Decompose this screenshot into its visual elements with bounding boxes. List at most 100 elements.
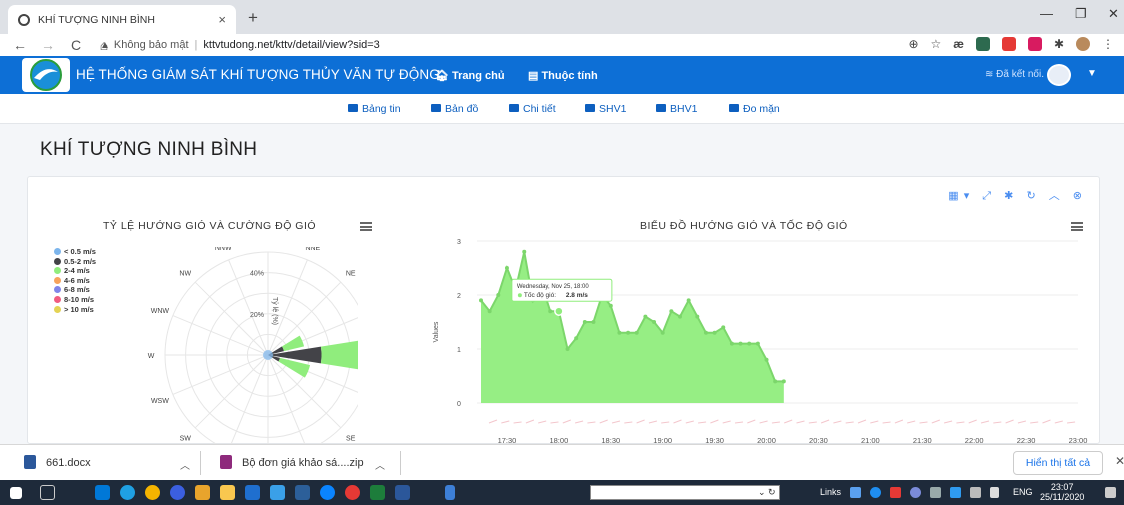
wind-direction-arrow <box>759 420 768 424</box>
url-text[interactable]: kttvtudong.net/kttv/detail/view?sid=3 <box>203 39 379 51</box>
chrome-icon[interactable] <box>145 485 160 500</box>
taskbar-clock[interactable]: 23:07 25/11/2020 <box>1040 482 1084 502</box>
legend-item[interactable]: 0.5-2 m/s <box>54 257 96 267</box>
forward-arrow-icon[interactable]: → <box>40 37 56 53</box>
restore-button[interactable]: ❐ <box>1075 6 1087 22</box>
extension-ae-icon[interactable]: æ <box>953 37 964 51</box>
edge-icon[interactable] <box>120 485 135 500</box>
wind-direction-arrow <box>636 419 645 424</box>
nav-home[interactable]: 🏠︎ Trang chủ <box>435 69 505 82</box>
legend-item[interactable]: 8-10 m/s <box>54 295 96 305</box>
subnav-item-do-man[interactable]: Đo mặn <box>729 103 780 115</box>
legend-item[interactable]: 6-8 m/s <box>54 285 96 295</box>
wind-direction-arrow <box>771 421 780 424</box>
tray-skype-icon[interactable] <box>870 487 881 498</box>
wind-direction-arrow <box>968 419 977 424</box>
reload-icon[interactable]: C <box>68 37 84 53</box>
wind-speed-point <box>487 309 492 314</box>
calendar-icon[interactable]: ▦▾ <box>948 190 974 202</box>
file-explorer-icon[interactable] <box>195 485 210 500</box>
address-bar[interactable]: ▲ Không bảo mật | kttvtudong.net/kttv/de… <box>100 35 890 55</box>
input-language[interactable]: ENG <box>1013 487 1033 497</box>
app-logo[interactable] <box>22 58 70 92</box>
tab-close-icon[interactable]: × <box>218 12 226 27</box>
zalo-icon[interactable] <box>320 485 335 500</box>
tray-app-icon[interactable] <box>850 487 861 498</box>
wind-direction-arrow <box>857 419 867 424</box>
network-app-icon[interactable] <box>245 485 260 500</box>
links-toolbar[interactable]: Links <box>820 487 841 497</box>
subnav-item-shv1[interactable]: SHV1 <box>585 103 626 115</box>
download-item-zip[interactable]: Bộ đơn giá khảo sá....zip <box>220 455 364 469</box>
start-windows-icon[interactable] <box>10 487 22 499</box>
browser-menu-icon[interactable]: ⋮ <box>1102 37 1114 51</box>
tray-chat-icon[interactable] <box>910 487 921 498</box>
folder-icon[interactable] <box>220 485 235 500</box>
rose-direction-label: NE <box>346 270 356 277</box>
legend-item[interactable]: < 0.5 m/s <box>54 247 96 257</box>
tray-network-icon[interactable] <box>930 487 941 498</box>
wind-rose-menu-icon[interactable] <box>360 222 372 231</box>
taskbar-address-input[interactable] <box>590 485 780 500</box>
doc-icon <box>656 104 666 112</box>
close-window-button[interactable]: ✕ <box>1108 6 1119 22</box>
subnav-item-bang-tin[interactable]: Bảng tin <box>348 103 401 115</box>
firefox-icon[interactable] <box>170 485 185 500</box>
chrome-active-icon[interactable] <box>345 485 360 500</box>
close-downloads-icon[interactable]: ✕ <box>1115 454 1124 468</box>
wind-speed-point <box>522 249 527 254</box>
word-icon[interactable] <box>395 485 410 500</box>
legend-item[interactable]: 4-6 m/s <box>54 276 96 286</box>
legend-item[interactable]: > 10 m/s <box>54 305 96 315</box>
wind-speed-point <box>617 330 622 335</box>
wind-speed-point <box>703 330 708 335</box>
subnav-item-bhv1[interactable]: BHV1 <box>656 103 697 115</box>
download-options-chevron-icon[interactable]: ︿ <box>180 457 190 472</box>
extension-green-icon[interactable] <box>975 37 990 51</box>
extension-red-icon[interactable] <box>1001 37 1016 51</box>
show-all-downloads-button[interactable]: Hiển thị tất cả <box>1013 451 1103 475</box>
refresh-icon[interactable]: ↻ <box>1026 190 1040 202</box>
dropbox-icon[interactable] <box>445 485 455 500</box>
new-tab-button[interactable]: + <box>248 8 258 28</box>
close-circle-icon[interactable]: ⊗ <box>1073 190 1087 202</box>
zoom-icon[interactable]: ⊕ <box>908 37 918 51</box>
extensions-puzzle-icon[interactable]: ✱ <box>1054 37 1064 51</box>
subnav-label: Bảng tin <box>362 103 401 115</box>
notification-center-icon[interactable] <box>1105 487 1116 498</box>
tray-v-icon[interactable] <box>890 487 901 498</box>
user-avatar[interactable] <box>1047 64 1071 86</box>
taskbar-search-go-icon[interactable]: ⌄ ↻ <box>758 487 776 498</box>
expand-icon[interactable]: ⤢ <box>982 190 996 202</box>
browser-tab[interactable]: KHÍ TƯỢNG NINH BÌNH × <box>8 5 236 34</box>
site-favicon-icon <box>18 13 30 26</box>
download-options-chevron-icon[interactable]: ︿ <box>375 457 385 472</box>
download-item-docx[interactable]: 661.docx <box>24 455 91 469</box>
tooltip-date: Wednesday, Nov 25, 18:00 <box>517 284 589 290</box>
subnav-item-chi-tiet[interactable]: Chi tiết <box>509 103 556 115</box>
profile-avatar-icon[interactable] <box>1076 37 1090 51</box>
task-view-icon[interactable] <box>40 485 55 500</box>
pin-icon[interactable]: ✱ <box>1004 190 1018 202</box>
bookmark-star-icon[interactable]: ☆ <box>931 37 942 51</box>
tray-battery-icon[interactable] <box>970 487 981 498</box>
tray-volume-icon[interactable] <box>990 487 999 498</box>
wind-direction-arrow <box>845 421 854 424</box>
rose-direction-label: WNW <box>151 308 170 315</box>
wifi-icon: ≋ <box>985 69 997 80</box>
tray-message-icon[interactable] <box>950 487 961 498</box>
mail-icon[interactable] <box>95 485 110 500</box>
collapse-icon[interactable]: ︿ <box>1049 190 1065 202</box>
photos-icon[interactable] <box>295 485 310 500</box>
extension-pocket-icon[interactable] <box>1027 37 1042 51</box>
minimize-button[interactable]: — <box>1040 6 1053 21</box>
excel-icon[interactable] <box>370 485 385 500</box>
nav-properties[interactable]: ▤ Thuộc tính <box>528 69 598 82</box>
wind-direction-arrow <box>784 419 793 424</box>
subnav-item-ban-do[interactable]: Bản đồ <box>431 103 478 115</box>
store-icon[interactable] <box>270 485 285 500</box>
legend-item[interactable]: 2-4 m/s <box>54 266 96 276</box>
back-arrow-icon[interactable]: ← <box>12 37 28 53</box>
rose-direction-label: NW <box>179 270 191 277</box>
user-menu-chevron-icon[interactable]: ▼ <box>1087 68 1097 79</box>
